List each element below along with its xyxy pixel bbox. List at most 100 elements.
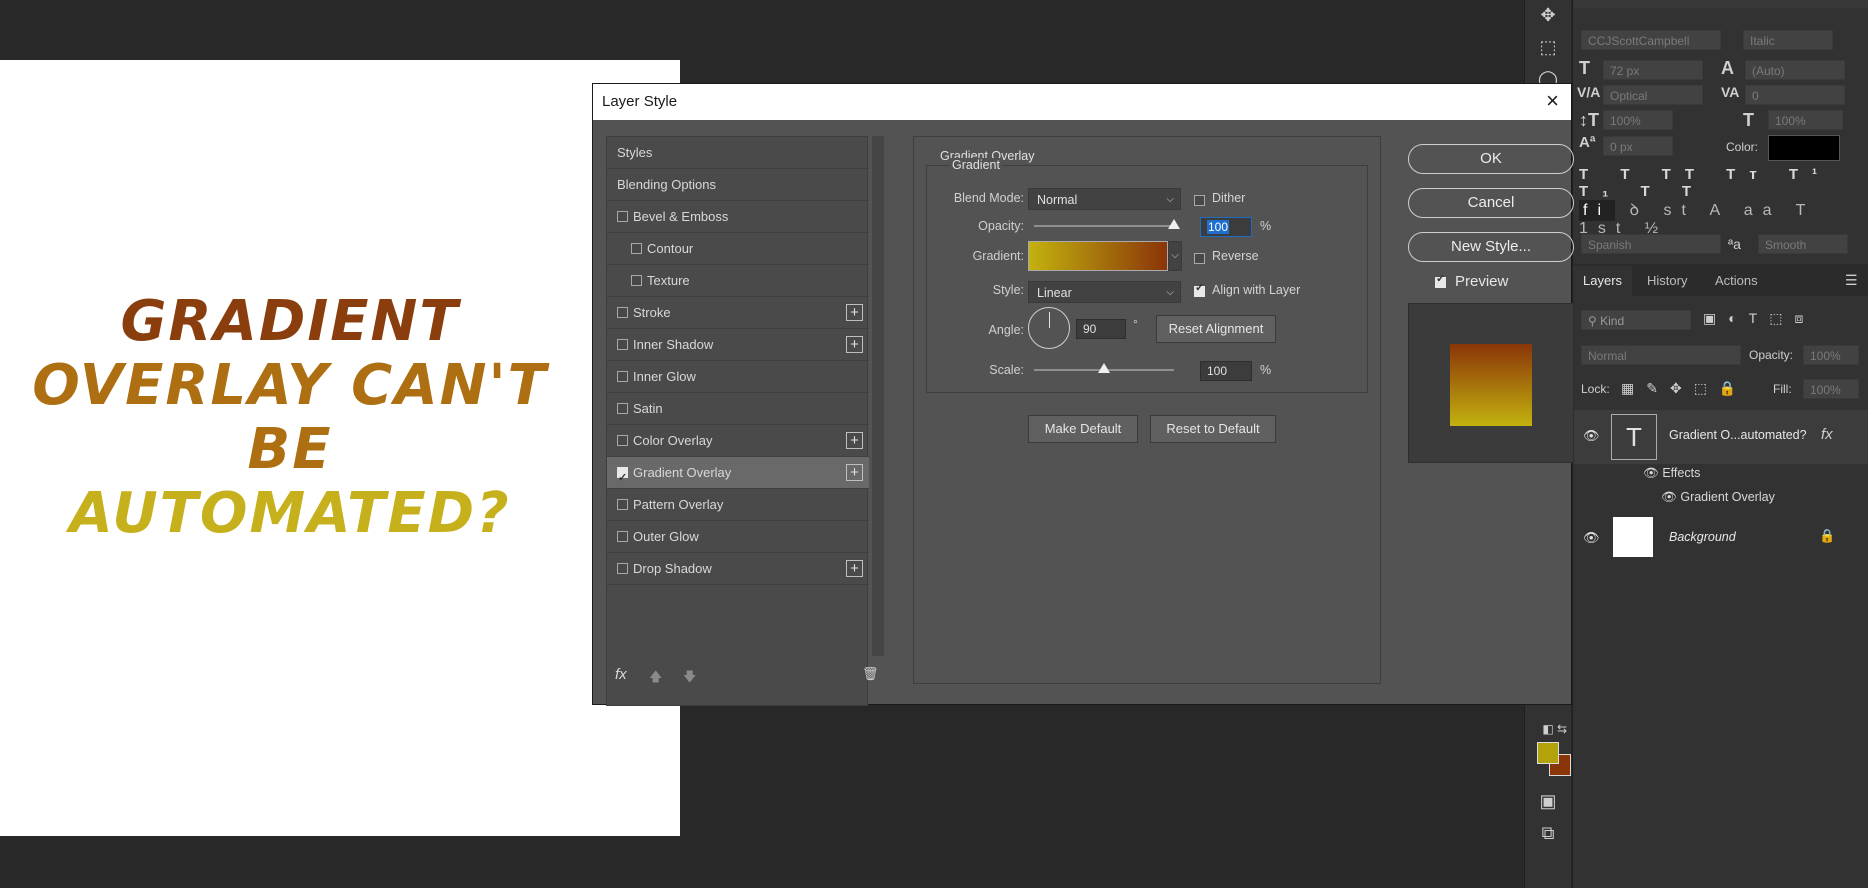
layer-name[interactable]: Background [1669, 530, 1736, 544]
style-checkbox[interactable] [617, 307, 628, 318]
text-color-swatch[interactable] [1768, 135, 1840, 161]
gradient-dropdown-chevron-icon[interactable]: ⌵ [1168, 241, 1182, 271]
style-item-color-overlay[interactable]: Color Overlay + [607, 425, 869, 457]
move-tool-icon[interactable]: ✥ [1537, 4, 1559, 26]
panel-menu-icon[interactable]: ☰ [1845, 272, 1858, 289]
style-select[interactable]: Linear ⌵ [1028, 281, 1181, 303]
style-item-gradient-overlay[interactable]: Gradient Overlay + [607, 457, 869, 494]
style-item-inner-shadow[interactable]: Inner Shadow + [607, 329, 869, 361]
scale-slider-thumb[interactable] [1098, 363, 1110, 373]
opacity-slider-thumb[interactable] [1168, 219, 1180, 229]
style-item-stroke[interactable]: Stroke + [607, 297, 869, 329]
style-item-inner-glow[interactable]: Inner Glow [607, 361, 869, 393]
angle-dial[interactable] [1028, 307, 1070, 349]
new-style-button[interactable]: New Style... [1408, 232, 1574, 262]
layer-row-text[interactable]: 👁 T Gradient O...automated? fx [1573, 410, 1868, 464]
layer-name[interactable]: Gradient O...automated? [1669, 428, 1807, 442]
font-size-field[interactable]: 72 px [1603, 60, 1703, 80]
style-item-texture[interactable]: Texture [607, 265, 869, 297]
style-checkbox[interactable] [617, 435, 628, 446]
style-checkbox[interactable] [631, 243, 642, 254]
tracking-field[interactable]: 0 [1745, 85, 1845, 105]
gradient-picker[interactable] [1028, 241, 1168, 271]
eye-icon[interactable]: 👁 [1583, 530, 1600, 546]
ok-button[interactable]: OK [1408, 144, 1574, 174]
style-checkbox[interactable] [617, 371, 628, 382]
font-family-field[interactable]: CCJScottCampbell [1581, 30, 1721, 50]
font-style-field[interactable]: Italic [1743, 30, 1833, 50]
opacity-input[interactable]: 100 [1200, 217, 1252, 237]
horizontal-scale-field[interactable]: 100% [1768, 110, 1843, 130]
vertical-scale-field[interactable]: 100% [1603, 110, 1673, 130]
color-label: Color: [1726, 140, 1759, 154]
fx-menu-icon[interactable]: fx [615, 666, 627, 683]
layer-row-background[interactable]: 👁 Background 🔒 [1573, 512, 1868, 566]
style-item-outer-glow[interactable]: Outer Glow [607, 521, 869, 553]
styles-scrollbar[interactable] [872, 136, 884, 656]
cancel-button[interactable]: Cancel [1408, 188, 1574, 218]
opacity-slider[interactable] [1034, 225, 1174, 227]
layer-blend-mode[interactable]: Normal [1581, 345, 1741, 365]
blend-mode-select[interactable]: Normal ⌵ [1028, 188, 1181, 210]
style-checkbox[interactable] [617, 563, 628, 574]
tab-layers[interactable]: Layers [1573, 266, 1633, 296]
style-checkbox[interactable] [617, 403, 628, 414]
tab-history[interactable]: History [1637, 266, 1697, 296]
move-down-icon[interactable]: 🡇 [683, 668, 696, 690]
style-checkbox[interactable] [617, 211, 628, 222]
style-item-pattern-overlay[interactable]: Pattern Overlay [607, 489, 869, 521]
style-item-styles[interactable]: Styles [607, 137, 869, 169]
baseline-shift-field[interactable]: 0 px [1603, 136, 1673, 156]
layer-filter-field[interactable]: ⚲ Kind [1581, 310, 1691, 330]
style-checkbox[interactable] [617, 339, 628, 350]
dither-checkbox[interactable] [1194, 195, 1205, 206]
lock-icons[interactable]: ▦✎✥⬚🔒 [1621, 380, 1748, 397]
add-style-icon[interactable]: + [846, 464, 863, 481]
add-style-icon[interactable]: + [846, 432, 863, 449]
fill-field[interactable]: 100% [1803, 379, 1859, 399]
add-style-icon[interactable]: + [846, 304, 863, 321]
style-item-bevel-emboss[interactable]: Bevel & Emboss [607, 201, 869, 233]
opentype-buttons[interactable]: fi ꝺ st A aa T 1st ½ [1579, 198, 1859, 237]
fx-icon[interactable]: fx [1821, 426, 1833, 443]
effects-row[interactable]: 👁 Effects [1643, 466, 1700, 481]
align-with-layer-checkbox[interactable] [1194, 281, 1205, 297]
style-item-contour[interactable]: Contour [607, 233, 869, 265]
close-icon[interactable]: × [1546, 83, 1559, 119]
move-up-icon[interactable]: 🡅 [649, 668, 662, 690]
foreground-color-swatch[interactable] [1537, 742, 1559, 764]
marquee-tool-icon[interactable]: ⬚ [1537, 36, 1559, 58]
reverse-label: Reverse [1212, 249, 1259, 263]
effect-row-gradient-overlay[interactable]: 👁 Gradient Overlay [1661, 490, 1775, 505]
layer-filter-icons[interactable]: ▣◐T⬚⧈ [1703, 310, 1863, 327]
reset-to-default-button[interactable]: Reset to Default [1150, 415, 1276, 443]
add-style-icon[interactable]: + [846, 336, 863, 353]
style-item-blending-options[interactable]: Blending Options [607, 169, 869, 201]
reverse-checkbox[interactable] [1194, 253, 1205, 264]
style-checkbox[interactable] [617, 499, 628, 510]
anti-alias-field[interactable]: Smooth [1758, 234, 1848, 254]
add-style-icon[interactable]: + [846, 560, 863, 577]
make-default-button[interactable]: Make Default [1028, 415, 1138, 443]
trash-icon[interactable]: 🗑 [862, 666, 879, 682]
quick-mask-icon[interactable]: ▣ [1537, 790, 1559, 812]
style-item-drop-shadow[interactable]: Drop Shadow + [607, 553, 869, 585]
style-checkbox[interactable] [631, 275, 642, 286]
layer-opacity-field[interactable]: 100% [1803, 345, 1859, 365]
tab-actions[interactable]: Actions [1705, 266, 1768, 296]
style-checkbox[interactable] [617, 462, 628, 494]
angle-input[interactable]: 90 [1076, 319, 1126, 339]
leading-field[interactable]: (Auto) [1745, 60, 1845, 80]
swap-colors-icon[interactable]: ⇆ [1551, 718, 1573, 740]
preview-checkbox[interactable] [1435, 272, 1446, 288]
style-item-satin[interactable]: Satin [607, 393, 869, 425]
screen-mode-icon[interactable]: ⧉ [1537, 822, 1559, 844]
language-field[interactable]: Spanish [1581, 234, 1721, 254]
reset-alignment-button[interactable]: Reset Alignment [1156, 315, 1276, 343]
dialog-titlebar[interactable]: Layer Style × [593, 84, 1571, 120]
type-style-buttons[interactable]: T T TT Tт T¹ T₁ T T [1579, 166, 1859, 200]
kerning-field[interactable]: Optical [1603, 85, 1703, 105]
scale-input[interactable]: 100 [1200, 361, 1252, 381]
eye-icon[interactable]: 👁 [1583, 428, 1600, 444]
style-checkbox[interactable] [617, 531, 628, 542]
